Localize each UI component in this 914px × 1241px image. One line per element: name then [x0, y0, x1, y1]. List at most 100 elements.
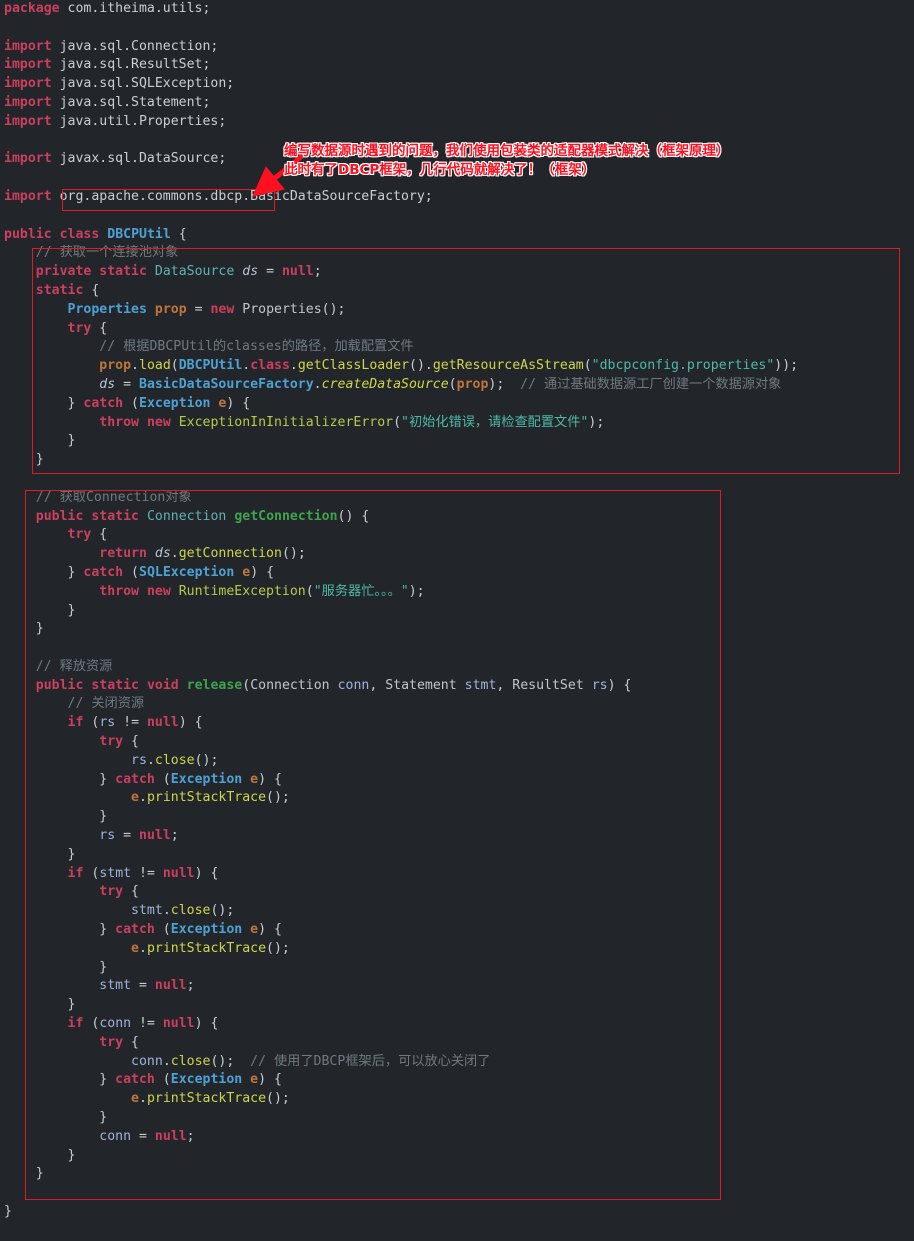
code-token: package [4, 1, 60, 16]
code-token: (); [194, 752, 219, 768]
code-token: conn [99, 1128, 132, 1144]
code-token: "初始化错误，请检查配置文件" [401, 414, 589, 430]
code-token: "dbcpconfig.properties" [591, 358, 775, 374]
code-token: e [250, 1072, 259, 1088]
code-line: import java.sql.ResultSet; [0, 56, 914, 75]
code-line: rs.close(); [0, 752, 914, 771]
code-token: () { [337, 508, 370, 524]
code-token: static [91, 508, 139, 524]
code-token: if [67, 1016, 84, 1032]
code-token: Exception [170, 922, 243, 938]
code-token: ( [83, 715, 100, 731]
code-token: ( [154, 922, 171, 938]
code-line: } [0, 959, 914, 978]
code-line: // 获取Connection对象 [0, 489, 914, 508]
code-line: package com.itheima.utils; [0, 0, 914, 19]
code-token: != [131, 865, 163, 881]
code-line: rs = null; [0, 827, 914, 846]
code-token: getClassLoader [297, 358, 410, 374]
code-line: } [0, 602, 914, 621]
code-token: { [123, 1034, 139, 1050]
code-token: void [146, 677, 179, 693]
code-token: Properties [67, 301, 147, 317]
code-token: . [131, 358, 139, 374]
code-line: static { [0, 282, 914, 301]
code-token: ) { [258, 1072, 282, 1088]
code-token: ( [83, 1016, 100, 1032]
code-token: rs [591, 677, 608, 693]
code-token: static [91, 677, 139, 693]
code-token: } [4, 621, 44, 637]
code-token: e [131, 790, 139, 806]
code-token: import [4, 151, 52, 167]
code-line: import java.util.Properties; [0, 113, 914, 132]
code-token: } [4, 1147, 76, 1163]
code-token: null [154, 1128, 187, 1144]
code-line: ds = BasicDataSourceFactory.createDataSo… [0, 376, 914, 395]
code-token: . [162, 903, 171, 919]
code-token: = [131, 978, 155, 994]
code-token: (); [210, 1053, 235, 1069]
code-line: public static Connection getConnection()… [0, 508, 914, 527]
code-token: SQLException [139, 564, 235, 580]
code-line: } catch (Exception e) { [0, 1071, 914, 1090]
code-token: . [289, 358, 298, 374]
code-token: DBCPUtil [178, 358, 243, 374]
code-line: Properties prop = new Properties(); [0, 301, 914, 320]
code-token: null [146, 715, 179, 731]
annotation-callout-line-2: 此时有了DBCP框架，几行代码就解决了！（框架） [284, 162, 596, 178]
code-line: } [0, 996, 914, 1015]
code-token: java.sql.Statement; [51, 94, 211, 110]
code-token: private [35, 264, 92, 280]
code-token: = [258, 264, 282, 280]
code-token: ds [242, 264, 259, 280]
code-line: } [0, 432, 914, 451]
code-line: prop.load(DBCPUtil.class.getClassLoader(… [0, 357, 914, 376]
code-token: { [123, 884, 139, 900]
code-token: ( [123, 395, 139, 411]
code-line: import java.sql.Connection; [0, 38, 914, 57]
code-line: throw new RuntimeException("服务器忙。。。"); [0, 583, 914, 602]
code-editor-pane[interactable]: package com.itheima.utils; import java.s… [0, 0, 914, 1241]
code-token: rs [99, 715, 116, 731]
code-token: . [313, 376, 322, 392]
annotation-callout-line-1: 编写数据源时遇到的问题，我们使用包装类的适配器模式解决（框架原理） [284, 143, 730, 159]
code-line: return ds.getConnection(); [0, 545, 914, 564]
code-line: // 根据DBCPUtil的classes的路径，加载配置文件 [0, 338, 914, 357]
code-token: } [4, 771, 116, 787]
code-token: printStackTrace [146, 790, 267, 806]
code-token: (). [409, 358, 433, 374]
code-token: } [4, 452, 44, 468]
code-token: } [4, 564, 84, 580]
code-token: e [131, 940, 139, 956]
code-token: . [146, 752, 155, 768]
code-token: } [4, 809, 108, 825]
code-token: catch [115, 1072, 155, 1088]
code-token: // 使用了DBCP框架后，可以放心关闭了 [234, 1053, 491, 1069]
code-token: javax.sql.DataSource; [51, 151, 227, 167]
code-line: conn = null; [0, 1128, 914, 1147]
source-code-listing[interactable]: package com.itheima.utils; import java.s… [0, 0, 914, 1222]
code-line: e.printStackTrace(); [0, 1090, 914, 1109]
code-token: Statement [385, 677, 457, 693]
code-token: conn [99, 1016, 132, 1032]
code-token: } [4, 433, 76, 449]
code-token: if [67, 715, 84, 731]
code-line: if (rs != null) { [0, 714, 914, 733]
